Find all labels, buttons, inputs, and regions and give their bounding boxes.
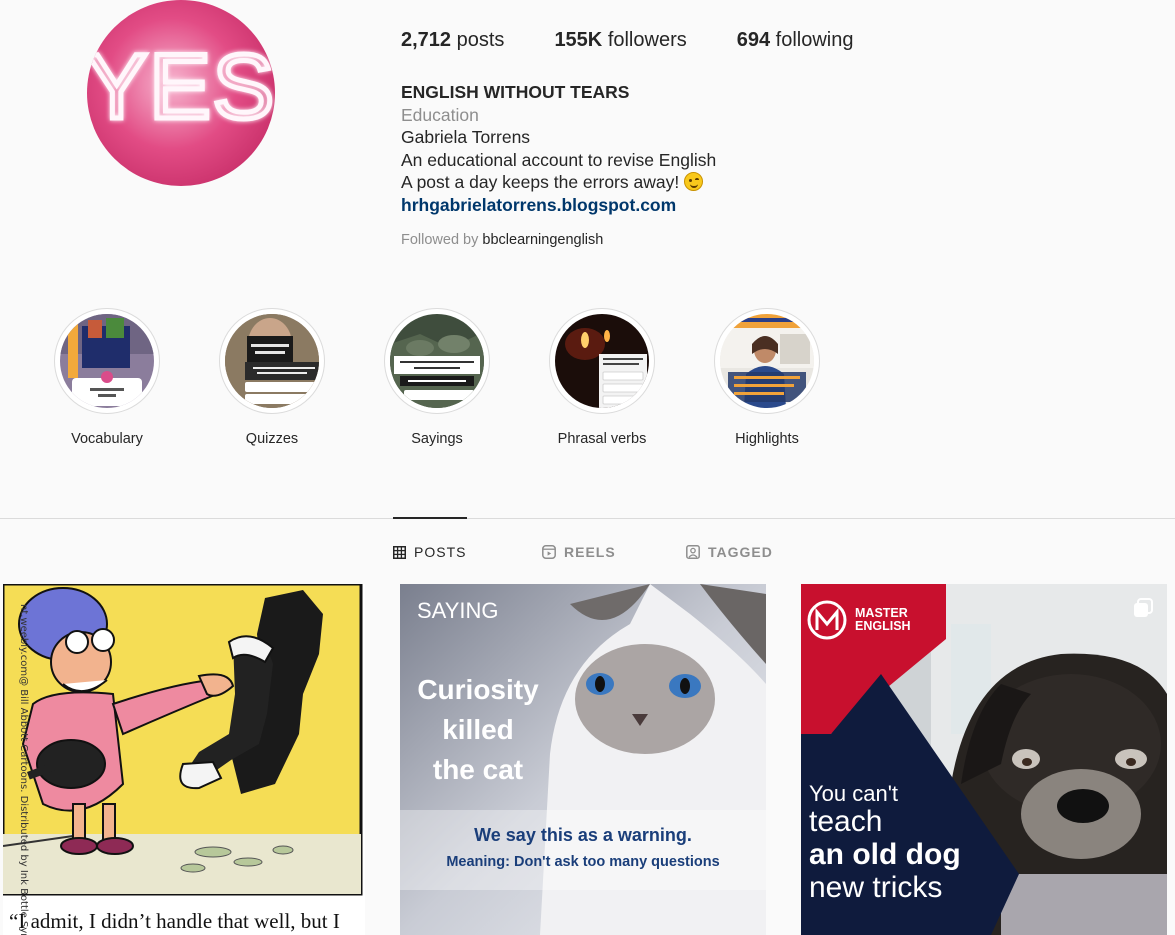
posts-label: posts: [456, 29, 505, 51]
bio-line-3: A post a day keeps the errors away!: [401, 171, 881, 194]
profile-stats: 2,712 posts 155K followers 694 following: [401, 29, 904, 52]
post-old-dog-new-tricks[interactable]: MASTER ENGLISH You can't teach an old do…: [801, 584, 1167, 935]
highlight-label: Sayings: [411, 431, 463, 447]
phrasal-verbs-highlight-thumbnail: [555, 314, 649, 408]
vocabulary-highlight-thumbnail: [60, 314, 154, 408]
tab-posts[interactable]: POSTS: [393, 544, 466, 560]
winking-face-icon: [684, 172, 704, 191]
highlight-quizzes[interactable]: Quizzes: [202, 308, 342, 447]
bio-line-1: Gabriela Torrens: [401, 127, 531, 147]
bio-line-3-text: A post a day keeps the errors away!: [401, 172, 680, 192]
saying-warning-line: We say this as a warning.: [474, 825, 692, 845]
saying-title-line-1: Curiosity: [417, 674, 539, 705]
bio-line-2: An educational account to revise English: [401, 149, 717, 170]
profile-avatar[interactable]: YES: [87, 0, 275, 186]
grid-icon: [393, 545, 406, 559]
highlights-highlight-thumbnail: [720, 314, 814, 408]
tab-posts-label: POSTS: [414, 544, 467, 560]
posts-stat: 2,712 posts: [401, 29, 504, 52]
highlight-label: Quizzes: [245, 431, 299, 447]
followers-count: 155K: [554, 29, 603, 51]
svg-text:nt.weebly.com@ Bill Abbott Car: nt.weebly.com@ Bill Abbott Cartoons. Dis…: [18, 604, 29, 935]
followers-stat[interactable]: 155K followers: [554, 29, 686, 52]
highlight-highlights[interactable]: Highlights: [697, 308, 837, 447]
profile-name: ENGLISH WITHOUT TEARS: [401, 82, 630, 102]
followed-by[interactable]: Followed by bbclearningenglish: [401, 232, 603, 248]
highlight-ring: [384, 308, 490, 414]
highlight-phrasal-verbs[interactable]: Phrasal verbs: [532, 308, 672, 447]
active-tab-indicator: [393, 517, 467, 519]
saying-title: Curiosity killed the cat: [408, 670, 548, 790]
brand-name: MASTER ENGLISH: [855, 607, 911, 633]
highlight-vocabulary[interactable]: Vocabulary: [37, 308, 177, 447]
highlight-label: Vocabulary: [71, 431, 143, 447]
highlight-label: Highlights: [735, 431, 799, 447]
post-curiosity-killed-the-cat[interactable]: SAYING Curiosity killed the cat We say t…: [400, 584, 766, 935]
dog-text-line-2: teach: [809, 805, 883, 838]
following-label: following: [775, 29, 854, 51]
tabs-divider: [0, 518, 1175, 519]
profile-website-link[interactable]: hrhgabrielatorrens.blogspot.com: [401, 194, 881, 217]
profile-bio: ENGLISH WITHOUT TEARS Education Gabriela…: [401, 81, 881, 216]
neon-yes-sign: YES: [87, 34, 275, 141]
highlight-ring: [549, 308, 655, 414]
dog-text-line-4: new tricks: [809, 871, 943, 904]
avatar-text: YES: [87, 36, 275, 138]
saying-title-line-2: killed: [442, 714, 514, 745]
highlight-ring: [714, 308, 820, 414]
followed-by-user: bbclearningenglish: [482, 232, 604, 248]
highlight-ring: [219, 308, 325, 414]
followers-label: followers: [607, 29, 687, 51]
saying-meaning-line: Meaning: Don't ask too many questions: [446, 854, 720, 870]
tab-tagged[interactable]: TAGGED: [686, 544, 773, 560]
tagged-icon: [686, 545, 700, 559]
posts-count: 2,712: [401, 29, 452, 51]
following-stat[interactable]: 694 following: [737, 29, 854, 52]
highlight-ring: [54, 308, 160, 414]
sayings-highlight-thumbnail: [390, 314, 484, 408]
story-highlights: Vocabulary Quizzes Sayings Phrasal verbs…: [0, 308, 1175, 458]
cartoon-caption: “I admit, I didn’t handle that well, but…: [9, 909, 340, 933]
reels-icon: [542, 545, 556, 559]
saying-title-line-3: the cat: [432, 754, 524, 785]
highlight-sayings[interactable]: Sayings: [367, 308, 507, 447]
dog-text-line-3: an old dog: [809, 838, 961, 871]
tab-reels[interactable]: REELS: [542, 544, 616, 560]
followed-by-label: Followed by: [401, 232, 479, 248]
brand-name-line-2: ENGLISH: [855, 619, 911, 633]
quizzes-highlight-thumbnail: [225, 314, 319, 408]
following-count: 694: [736, 29, 771, 51]
carousel-icon: [1134, 598, 1153, 617]
post-kicker: SAYING: [417, 598, 499, 623]
cartoon-illustration: nt.weebly.com@ Bill Abbott Cartoons. Dis…: [3, 584, 365, 935]
post-cartoon[interactable]: nt.weebly.com@ Bill Abbott Cartoons. Dis…: [3, 584, 365, 935]
highlight-label: Phrasal verbs: [557, 431, 647, 447]
tab-tagged-label: TAGGED: [708, 544, 773, 560]
tab-reels-label: REELS: [564, 544, 616, 560]
profile-category: Education: [401, 104, 479, 125]
dog-text-line-1: You can't: [809, 781, 899, 806]
